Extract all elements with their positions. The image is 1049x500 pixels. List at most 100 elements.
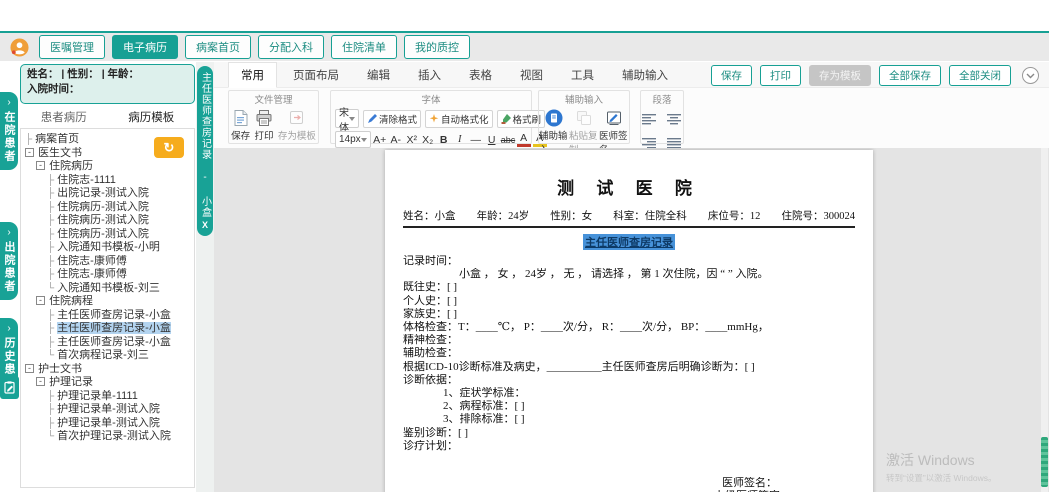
tree-item[interactable]: - 护士文书 [21,363,194,377]
module-tab[interactable]: 医嘱管理 [39,35,105,59]
doc-line: 精神检查： [403,334,458,347]
tree-item[interactable]: - 住院病程 [21,295,194,309]
chevron-right-icon: › [7,323,11,334]
tree-item[interactable]: ├ - 住院病历-测试入院 [21,228,194,242]
tree-item[interactable]: └ - 入院通知书模板-刘三 [21,282,194,296]
font-style-button[interactable]: abc [501,135,516,145]
tree-item[interactable]: ├ - 出院记录-测试入院 [21,187,194,201]
signature-line: 医师签名： [722,477,777,490]
signature-block: 医师签名：上级医师签字： [403,477,855,492]
doc-line: 既往史：[ ] [403,281,458,294]
document-action-button[interactable]: 打印 [760,65,801,86]
tree-item[interactable]: ├ - 住院病历-测试入院 [21,201,194,215]
ribbon-tab[interactable]: 辅助输入 [610,63,680,87]
tree-item[interactable]: ├ - 住院志-1111 [21,174,194,188]
document-action-button[interactable]: 存为模板 [809,65,871,86]
patient-info-line1: 姓名： | 性别： | 年龄： [27,68,140,80]
tree-item[interactable]: ├ - 住院志-康师傅 [21,255,194,269]
tree-collapse-icon[interactable]: - [25,147,34,157]
ribbon-tab[interactable]: 工具 [559,63,606,87]
ribbon-tab[interactable]: 页面布局 [281,63,351,87]
patient-fields-row: 姓名：小盒 年龄：24岁 性别：女 科室：住院全科 床位号：12 住院号：300024 [403,208,855,228]
font-size-select[interactable]: 14px [335,131,371,148]
tree-collapse-icon[interactable]: - [36,377,45,386]
top-navbar: 医嘱管理 电子病历 病案首页 分配入科 住院清单 我的质控 [0,33,1049,61]
windows-activation-watermark: 激活 Windows 转到“设置”以激活 Windows。 [886,452,997,483]
clear-format-button[interactable]: 清除格式 [363,109,422,128]
tree-item[interactable]: ├ - 护理记录单-测试入院 [21,403,194,417]
rail-tab[interactable]: › 出院患者 [0,222,18,300]
file-group: 文件管理 保存 打印 存为模板 [228,90,319,144]
tree-item[interactable]: - 护理记录 [21,376,194,390]
tree-item[interactable]: ├ - 主任医师查房记录-小盒 [21,336,194,350]
ribbon-tab[interactable]: 编辑 [355,63,402,87]
scrollbar-thumb[interactable] [1041,437,1048,487]
save-button[interactable]: 保存 [231,109,250,142]
font-style-button[interactable]: X₂ [421,134,435,146]
tree-item[interactable]: ├ - 主任医师查房记录-小盒 [21,322,194,336]
open-document-tab[interactable]: 主任医师查房记录 - 小盒 X [197,66,213,236]
module-tab[interactable]: 病案首页 [185,35,251,59]
tree-item-label: 住院病历-测试入院 [57,227,149,240]
module-tab[interactable]: 我的质控 [404,35,470,59]
tree-item[interactable]: └ - 首次护理记录-测试入院 [21,430,194,444]
refresh-button[interactable]: ↻ [154,137,184,158]
font-style-button[interactable]: U [485,134,499,146]
tree-item[interactable]: ├ - 主任医师查房记录-小盒 [21,309,194,323]
vertical-scrollbar[interactable] [1041,148,1048,492]
tree-item[interactable]: └ - 首次病程记录-刘三 [21,349,194,363]
module-tab[interactable]: 住院清单 [331,35,397,59]
font-style-button[interactable]: X² [405,134,419,146]
tree-collapse-icon[interactable]: - [36,296,45,305]
auto-format-button[interactable]: 自动格式化 [425,109,493,128]
rail-tab[interactable]: › 在院患者 [0,92,18,170]
font-style-button[interactable]: B [437,134,451,146]
module-tab[interactable]: 分配入科 [258,35,324,59]
align-left-button[interactable] [641,112,658,130]
sparkle-icon [429,113,439,122]
copy-icon [577,111,591,125]
signature-line: 上级医师签字： [403,490,855,492]
brush-icon [501,113,511,124]
ribbon-tab[interactable]: 视图 [508,63,555,87]
document-action-button[interactable]: 保存 [711,65,752,86]
tree-item[interactable]: ├ - 护理记录单-1111 [21,390,194,404]
tree-item-label: 住院病程 [49,295,94,307]
tree-item[interactable]: ├ - 护理记录单-测试入院 [21,417,194,431]
tree-line: ├ [47,228,55,240]
font-family-select[interactable]: 宋体 [335,108,359,134]
font-style-button[interactable]: — [469,134,483,146]
user-avatar[interactable] [10,37,29,57]
font-style-button[interactable]: A [516,132,531,147]
font-style-button[interactable]: I [453,134,467,145]
tree-item[interactable]: ├ - 住院志-康师傅 [21,268,194,282]
align-center-button[interactable] [666,112,683,130]
clipboard-edit-button[interactable] [0,376,19,399]
top-white-strip [0,0,1049,31]
patient-field: 年龄：24岁 [476,211,530,222]
document-action-button[interactable]: 全部关闭 [949,65,1011,86]
open-document-tab-label: 主任医师查房记录 - 小盒 [199,72,211,218]
document-action-button[interactable]: 全部保存 [879,65,941,86]
ribbon-tab[interactable]: 插入 [406,63,453,87]
ribbon-tab[interactable]: 表格 [457,63,504,87]
ribbon-tab[interactable]: 常用 [228,61,277,88]
tree-item[interactable]: - 住院病历 [21,160,194,174]
tree-item[interactable]: ├ - 住院病历-测试入院 [21,214,194,228]
record-title-row: 主任医师查房记录 [403,233,855,251]
doc-line: 诊疗计划： [403,439,458,452]
record-title-selected[interactable]: 主任医师查房记录 [583,234,675,250]
print-button[interactable]: 打印 [254,109,274,142]
save-as-template-button[interactable]: 存为模板 [278,109,316,142]
tree-collapse-icon[interactable]: - [36,161,45,170]
collapse-ribbon-button[interactable] [1022,67,1039,84]
tree-item[interactable]: ├ - 入院通知书模板-小明 [21,241,194,255]
document-page[interactable]: 测 试 医 院 姓名：小盒 年龄：24岁 性别：女 科室：住院全科 床位号：12 住院号：… [385,150,873,492]
tree-collapse-icon[interactable]: - [25,363,34,373]
font-style-button[interactable]: A+ [373,134,387,146]
close-document-icon[interactable]: X [202,220,208,230]
module-tab[interactable]: 电子病历 [112,35,178,59]
font-style-button[interactable]: A- [389,134,403,146]
aux-group-title: 辅助输入 [564,95,603,106]
tree-line: ├ [47,417,55,429]
